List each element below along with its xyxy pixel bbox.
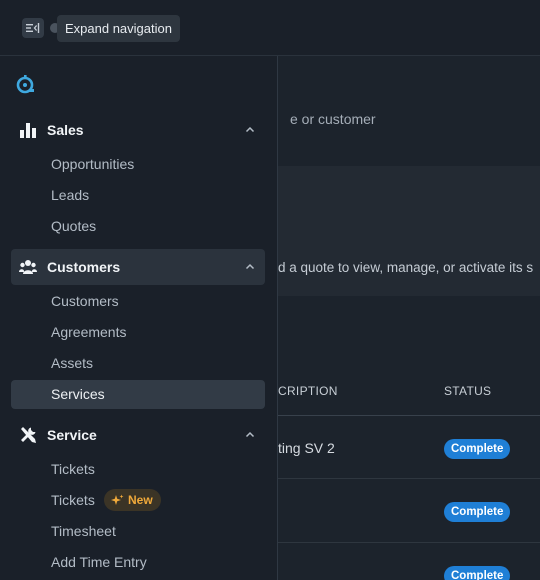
search-hint: e or customer: [290, 111, 376, 127]
nav-group-label: Sales: [47, 122, 84, 138]
sidebar-item-tickets-new[interactable]: Tickets New: [11, 486, 265, 515]
new-badge-label: New: [128, 493, 153, 507]
header-divider: [278, 415, 540, 416]
row-divider: [278, 478, 540, 479]
nav-group-label: Service: [47, 427, 97, 443]
instruction-text: d a quote to view, manage, or activate i…: [278, 260, 534, 275]
row-1-description[interactable]: ting SV 2: [278, 440, 335, 456]
bar-chart-icon: [20, 123, 36, 138]
sidebar-item-timesheet[interactable]: Timesheet: [11, 517, 265, 546]
navigation-sidebar: Sales Opportunities Leads Quotes Custome…: [0, 56, 278, 580]
sparkle-icon: [111, 494, 124, 505]
new-badge: New: [104, 489, 161, 511]
column-header-description[interactable]: CRIPTION: [278, 384, 338, 398]
people-icon: [19, 260, 37, 274]
sidebar-item-label: Customers: [51, 293, 119, 309]
nav-group-sales[interactable]: Sales: [11, 112, 265, 148]
sidebar-item-label: Opportunities: [51, 156, 135, 172]
status-badge: Complete: [444, 502, 511, 522]
sidebar-item-label: Add Time Entry: [51, 554, 147, 570]
sidebar-item-opportunities[interactable]: Opportunities: [11, 150, 265, 179]
sidebar-item-label: Quotes: [51, 218, 97, 234]
sidebar-toggle-icon: [26, 23, 40, 33]
nav-group-service[interactable]: Service: [11, 417, 265, 453]
tools-icon: [21, 427, 36, 443]
nav-group-label: Customers: [47, 259, 121, 275]
column-header-status[interactable]: STATUS: [444, 384, 491, 398]
sidebar-item-add-time-entry[interactable]: Add Time Entry: [11, 548, 265, 577]
top-bar: Expand navigation: [0, 0, 540, 56]
sidebar-item-quotes[interactable]: Quotes: [11, 212, 265, 241]
expand-navigation-tooltip: Expand navigation: [57, 15, 180, 42]
expand-navigation-button[interactable]: [22, 18, 44, 38]
sidebar-item-label: Timesheet: [51, 523, 116, 539]
sidebar-item-customers[interactable]: Customers: [11, 287, 265, 316]
info-panel: [278, 166, 540, 296]
sidebar-item-leads[interactable]: Leads: [11, 181, 265, 210]
app-logo-icon[interactable]: [15, 73, 37, 95]
sidebar-item-label: Services: [51, 386, 105, 402]
sidebar-item-label: Tickets: [51, 461, 95, 477]
chevron-up-icon[interactable]: [245, 262, 255, 272]
status-badge: Complete: [444, 566, 511, 580]
sidebar-item-assets[interactable]: Assets: [11, 349, 265, 378]
sidebar-item-label: Leads: [51, 187, 90, 203]
sidebar-item-agreements[interactable]: Agreements: [11, 318, 265, 347]
sidebar-item-label: Assets: [51, 355, 94, 371]
chevron-up-icon[interactable]: [245, 125, 255, 135]
sidebar-item-label: Agreements: [51, 324, 127, 340]
chevron-up-icon[interactable]: [245, 430, 255, 440]
main-content: e or customer d a quote to view, manage,…: [278, 56, 540, 580]
sidebar-item-label: Tickets: [51, 492, 95, 508]
services-table: CRIPTION STATUS ting SV 2 Complete Compl…: [278, 296, 540, 580]
status-badge: Complete: [444, 439, 511, 459]
sidebar-item-tickets[interactable]: Tickets: [11, 455, 265, 484]
row-divider: [278, 542, 540, 543]
sidebar-item-services[interactable]: Services: [11, 380, 265, 409]
nav-group-customers[interactable]: Customers: [11, 249, 265, 285]
